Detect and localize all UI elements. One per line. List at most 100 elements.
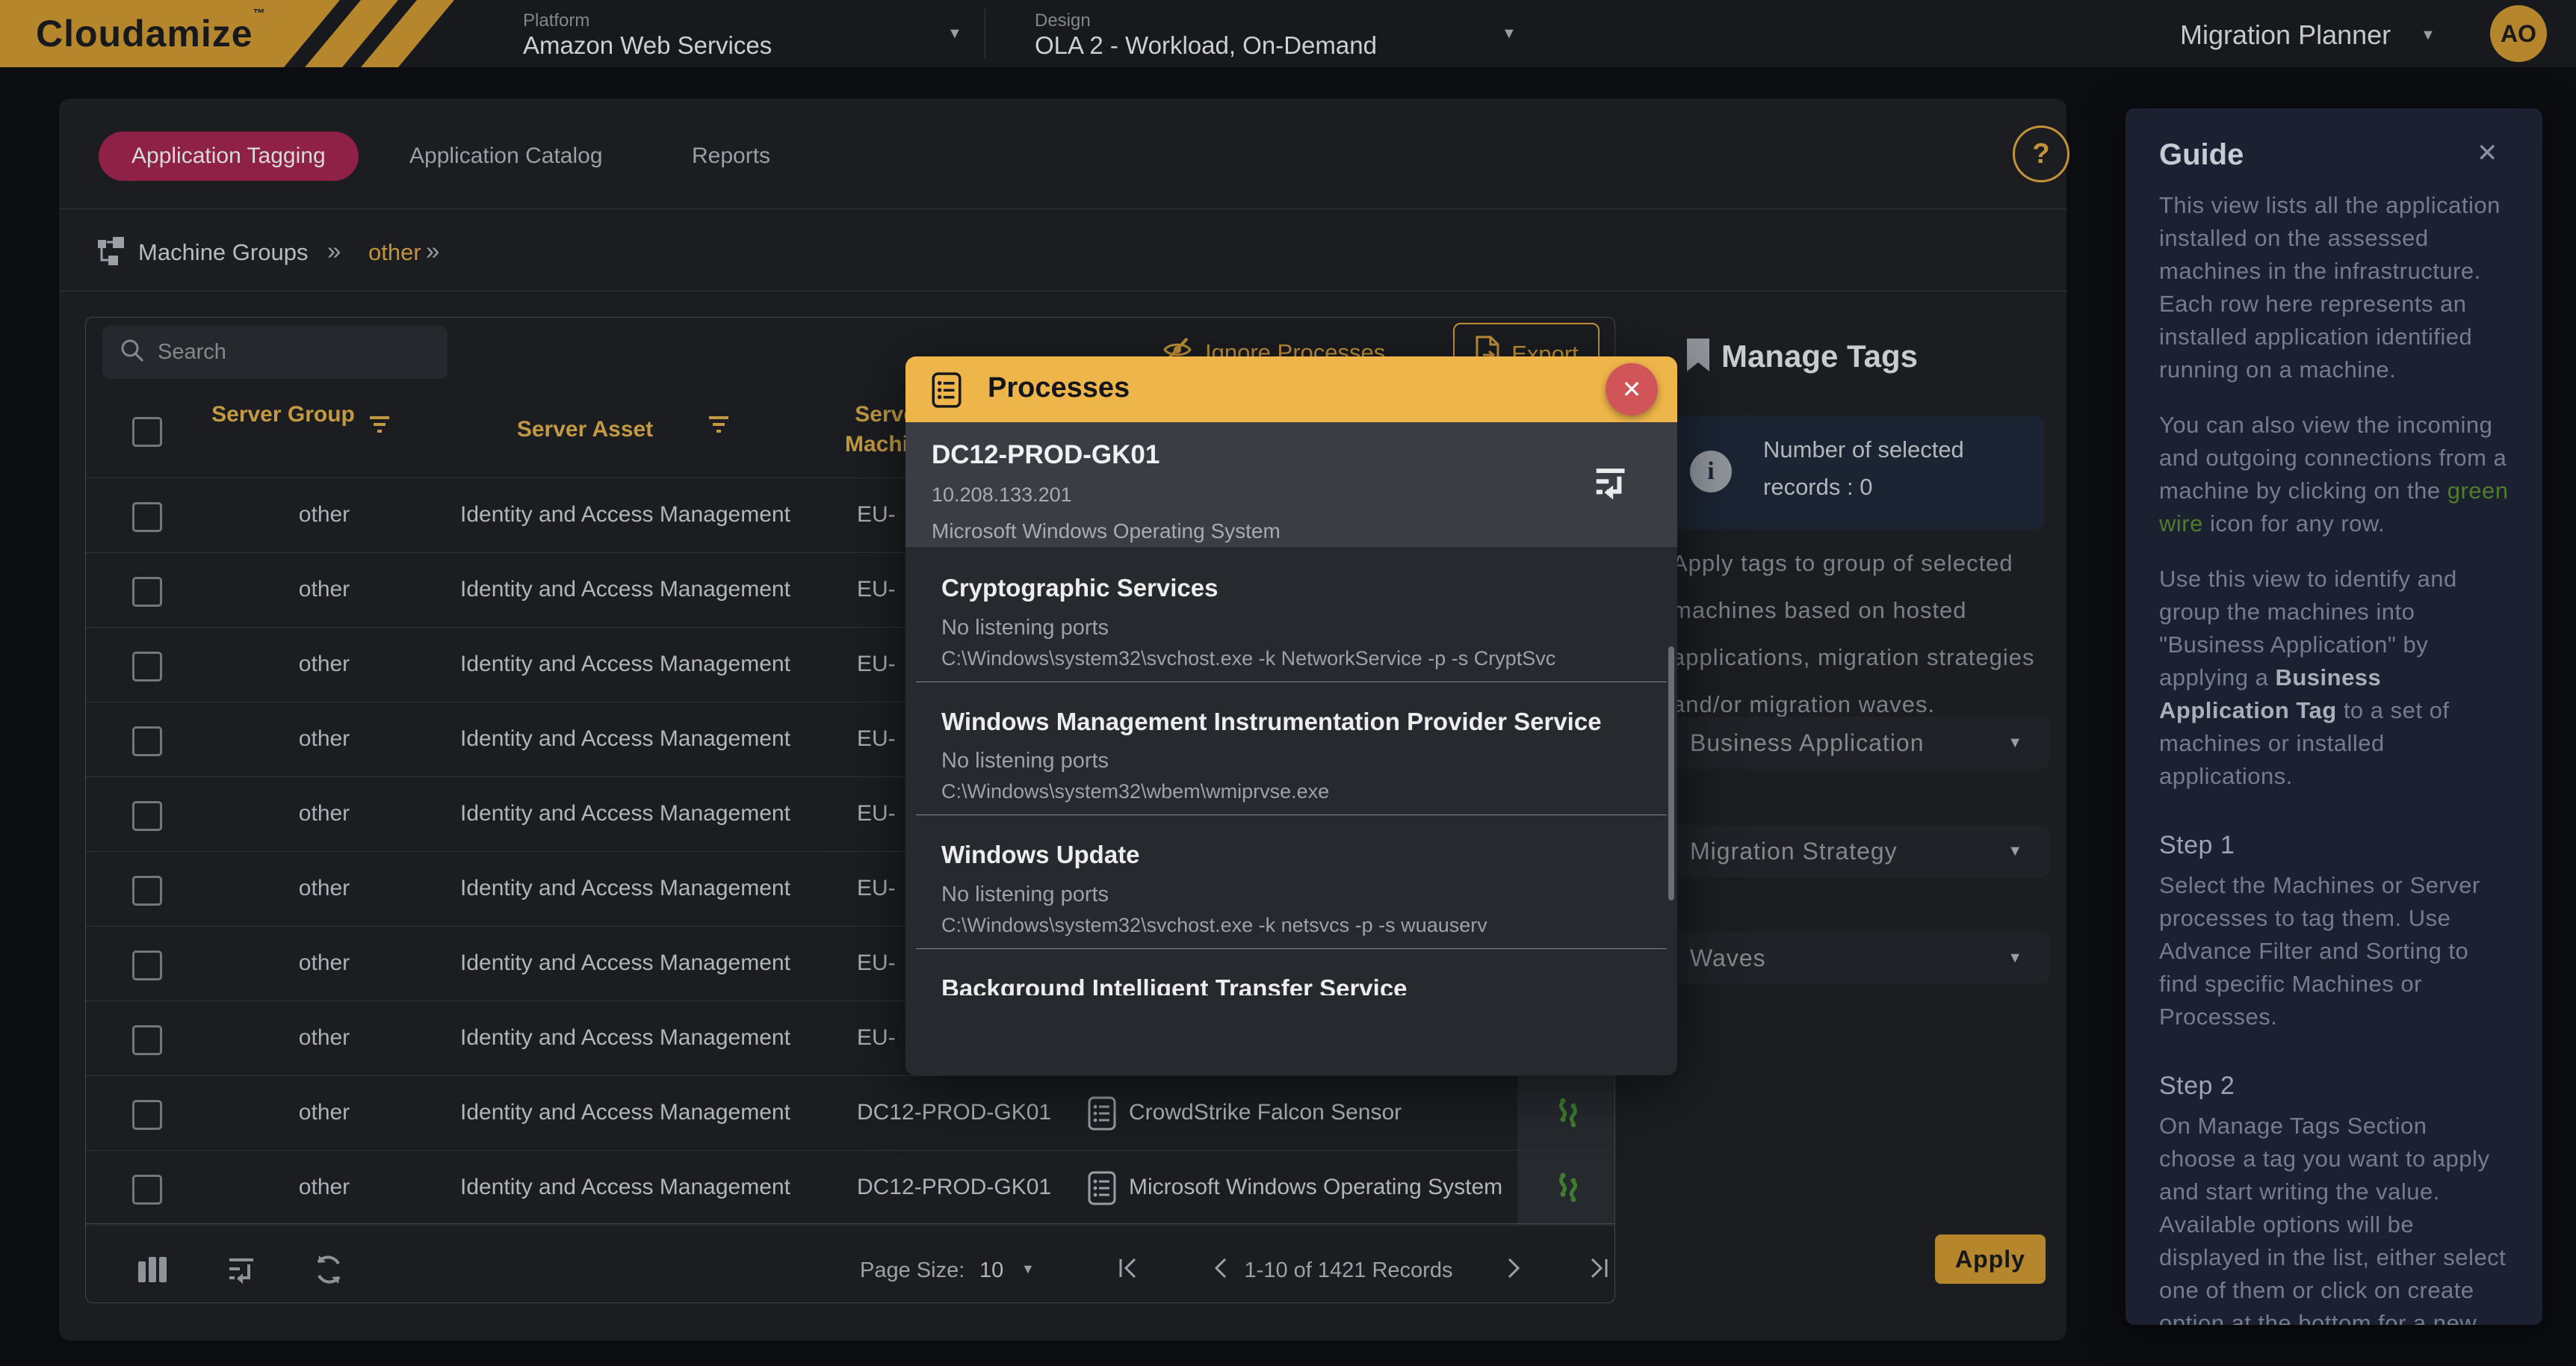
chevron-down-icon: ▼	[2007, 950, 2022, 967]
cell-server-asset: Identity and Access Management	[460, 926, 790, 1001]
row-checkbox[interactable]	[132, 801, 162, 831]
cell-server-machine: EU-	[857, 1001, 896, 1075]
search-box[interactable]	[102, 326, 448, 379]
tab-application-tagging[interactable]: Application Tagging	[99, 132, 359, 181]
guide-body: This view lists all the application inst…	[2159, 189, 2510, 1325]
page-size-label: Page Size:	[860, 1258, 965, 1283]
cell-server-group: other	[264, 627, 384, 702]
previous-page-icon[interactable]	[1211, 1255, 1229, 1285]
guide-close-icon[interactable]: ✕	[2477, 138, 2498, 168]
vertical-scrollbar[interactable]	[1668, 646, 1674, 900]
app-title-caret-icon[interactable]: ▼	[2421, 27, 2436, 44]
sort-order-icon-white[interactable]	[1593, 463, 1632, 506]
cell-application-name: CrowdStrike Falcon Sensor	[1129, 1075, 1402, 1150]
apply-button[interactable]: Apply	[1935, 1234, 2046, 1284]
dropdown-label: Waves	[1690, 945, 1766, 972]
cell-server-machine: EU-	[857, 776, 896, 851]
design-value[interactable]: OLA 2 - Workload, On-Demand	[1035, 31, 1377, 60]
select-all-checkbox[interactable]	[132, 417, 162, 447]
chevron-down-icon: ▼	[2007, 735, 2022, 752]
processes-modal-body: DC12-PROD-GK01 10.208.133.201 Microsoft …	[905, 422, 1677, 1075]
cell-server-asset: Identity and Access Management	[460, 776, 790, 851]
breadcrumb-current[interactable]: other	[368, 239, 421, 266]
process-divider	[916, 948, 1667, 949]
cell-server-asset: Identity and Access Management	[460, 627, 790, 702]
cell-server-asset: Identity and Access Management	[460, 1075, 790, 1150]
cell-server-group: other	[264, 478, 384, 552]
trademark: ™	[253, 7, 266, 20]
column-header-server-group[interactable]: Server Group	[208, 400, 358, 430]
columns-icon[interactable]	[135, 1252, 170, 1291]
cell-server-asset: Identity and Access Management	[460, 851, 790, 926]
row-checkbox[interactable]	[132, 577, 162, 607]
wire-icon[interactable]	[1550, 1169, 1586, 1209]
page-size-caret-icon[interactable]: ▼	[1021, 1261, 1035, 1277]
breadcrumb-separator2: »	[426, 237, 439, 265]
table-row[interactable]: other Identity and Access Management DC1…	[86, 1075, 1614, 1151]
wire-icon[interactable]	[1550, 1095, 1586, 1134]
migration-strategy-dropdown[interactable]: Migration Strategy ▼	[1666, 825, 2049, 877]
process-command: C:\Windows\system32\svchost.exe -k Netwo…	[941, 647, 1555, 670]
row-checkbox[interactable]	[132, 951, 162, 980]
sort-order-icon[interactable]	[226, 1254, 259, 1291]
process-ports: No listening ports	[941, 883, 1109, 907]
cell-server-machine: EU-	[857, 926, 896, 1001]
app-title[interactable]: Migration Planner	[2180, 19, 2391, 51]
tab-reports[interactable]: Reports	[692, 132, 770, 181]
brand-name: Cloudamize™	[36, 12, 266, 55]
process-list-icon	[1088, 1171, 1116, 1209]
cell-server-asset: Identity and Access Management	[460, 478, 790, 552]
machine-groups-icon	[97, 236, 129, 271]
row-checkbox[interactable]	[132, 1175, 162, 1205]
records-range: 1-10 of 1421 Records	[1229, 1258, 1468, 1283]
guide-paragraph-1: This view lists all the application inst…	[2159, 189, 2510, 386]
waves-dropdown[interactable]: Waves ▼	[1666, 932, 2049, 984]
next-page-icon[interactable]	[1505, 1255, 1523, 1285]
guide-step1-text: Select the Machines or Server processes …	[2159, 869, 2510, 1033]
last-page-icon[interactable]	[1588, 1255, 1610, 1285]
chevron-down-icon: ▼	[2007, 843, 2022, 860]
brand-logo[interactable]: Cloudamize™	[0, 0, 508, 67]
search-icon	[119, 337, 146, 368]
table-row[interactable]: other Identity and Access Management DC1…	[86, 1150, 1614, 1226]
process-list: Cryptographic Services No listening port…	[905, 547, 1677, 1075]
manage-tags-description: Apply tags to group of selected machines…	[1672, 540, 2052, 728]
row-checkbox[interactable]	[132, 876, 162, 906]
row-checkbox[interactable]	[132, 1025, 162, 1055]
cell-server-group: other	[264, 552, 384, 627]
platform-caret-icon[interactable]: ▼	[947, 25, 962, 43]
tab-label: Application Catalog	[409, 143, 603, 169]
avatar[interactable]: AO	[2490, 5, 2547, 62]
tab-label: Reports	[692, 143, 770, 169]
processes-modal-header: Processes ✕	[905, 356, 1677, 422]
cell-server-machine: EU-	[857, 552, 896, 627]
filter-icon-server-group[interactable]	[368, 415, 391, 438]
refresh-icon[interactable]	[312, 1252, 346, 1291]
processes-modal: Processes ✕ DC12-PROD-GK01 10.208.133.20…	[905, 356, 1677, 1075]
filter-icon-server-asset[interactable]	[708, 415, 730, 438]
platform-label: Platform	[523, 10, 589, 31]
first-page-icon[interactable]	[1117, 1255, 1139, 1285]
platform-value[interactable]: Amazon Web Services	[523, 31, 772, 60]
cell-server-group: other	[264, 926, 384, 1001]
row-checkbox[interactable]	[132, 502, 162, 532]
close-icon[interactable]: ✕	[1606, 363, 1658, 415]
help-icon[interactable]: ?	[2013, 126, 2069, 182]
breadcrumb-root[interactable]: Machine Groups	[138, 239, 308, 266]
search-input[interactable]	[156, 339, 428, 365]
tabs-divider	[60, 208, 2066, 209]
column-header-server-asset[interactable]: Server Asset	[473, 415, 697, 445]
page-size-value[interactable]: 10	[979, 1258, 1003, 1283]
design-caret-icon[interactable]: ▼	[1502, 25, 1517, 43]
cell-server-group: other	[264, 1075, 384, 1150]
bookmark-icon	[1685, 338, 1712, 376]
row-checkbox[interactable]	[132, 652, 162, 682]
process-command: C:\Windows\system32\wbem\wmiprvse.exe	[941, 780, 1329, 803]
tab-application-catalog[interactable]: Application Catalog	[409, 132, 603, 181]
cell-application-name: Microsoft Windows Operating System	[1129, 1150, 1502, 1225]
row-checkbox[interactable]	[132, 1100, 162, 1130]
breadcrumb-separator: »	[327, 237, 341, 265]
business-application-dropdown[interactable]: Business Application ▼	[1666, 717, 2049, 769]
cell-server-asset: Identity and Access Management	[460, 1150, 790, 1225]
row-checkbox[interactable]	[132, 726, 162, 756]
